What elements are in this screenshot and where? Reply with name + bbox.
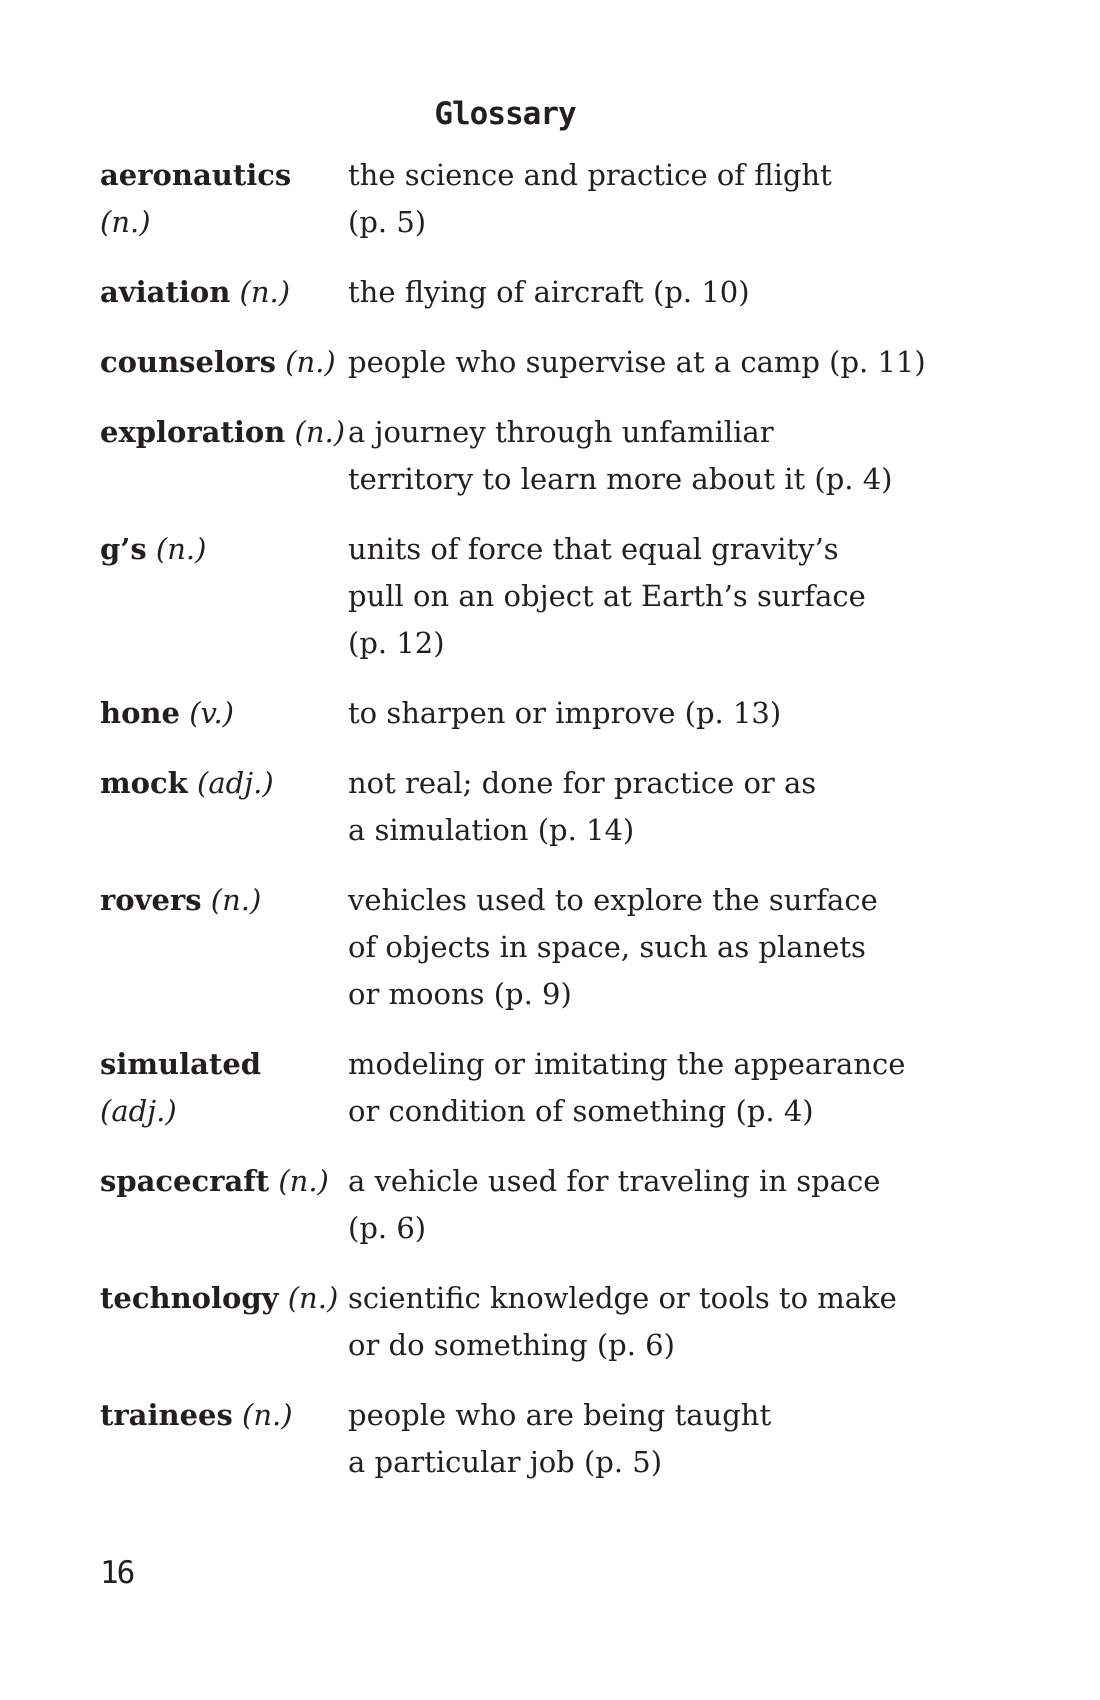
glossary-list: aeronautics (n.) the science and practice… [100, 152, 926, 1509]
glossary-entry: spacecraft (n.) a vehicle used for travel… [100, 1158, 920, 1252]
term-column: counselors (n.) [100, 339, 348, 386]
glossary-entry: counselors (n.) people who supervise at a… [100, 339, 926, 386]
definition-line: (p. 5) [348, 205, 427, 239]
part-of-speech: (n.) [242, 1398, 293, 1432]
term-column: rovers (n.) [100, 877, 348, 1018]
term-column: mock (adj.) [100, 760, 348, 854]
part-of-speech: (n.) [278, 1164, 329, 1198]
glossary-term: counselors [100, 345, 276, 379]
definition-line: a particular job (p. 5) [348, 1445, 663, 1479]
definition-line: vehicles used to explore the surface [348, 883, 878, 917]
definition-line: a journey through unfamiliar [348, 415, 774, 449]
definition-line: territory to learn more about it (p. 4) [348, 462, 893, 496]
definition-line: of objects in space, such as planets [348, 930, 866, 964]
term-column: aviation (n.) [100, 269, 348, 316]
part-of-speech: (adj.) [197, 766, 274, 800]
term-column: spacecraft (n.) [100, 1158, 348, 1252]
glossary-term: hone [100, 696, 180, 730]
glossary-term: g’s [100, 532, 147, 566]
term-column: trainees (n.) [100, 1392, 348, 1486]
definition-line: modeling or imitating the appearance [348, 1047, 906, 1081]
glossary-definition: a vehicle used for traveling in space (p.… [348, 1158, 920, 1252]
part-of-speech: (v.) [189, 696, 234, 730]
definition-line: or condition of something (p. 4) [348, 1094, 814, 1128]
part-of-speech: (n.) [285, 345, 336, 379]
definition-line: or moons (p. 9) [348, 977, 572, 1011]
glossary-definition: vehicles used to explore the surface of o… [348, 877, 920, 1018]
glossary-definition: people who are being taught a particular … [348, 1392, 920, 1486]
definition-line: scientific knowledge or tools to make [348, 1281, 897, 1315]
glossary-definition: scientific knowledge or tools to make or … [348, 1275, 920, 1369]
page-number: 16 [100, 1555, 135, 1591]
definition-line: a simulation (p. 14) [348, 813, 635, 847]
glossary-term: rovers [100, 883, 202, 917]
glossary-definition: not real; done for practice or as a simul… [348, 760, 920, 854]
term-column: technology (n.) [100, 1275, 348, 1369]
definition-line: units of force that equal gravity’s [348, 532, 839, 566]
glossary-entry: g’s (n.) units of force that equal gravit… [100, 526, 920, 667]
definition-line: (p. 6) [348, 1211, 427, 1245]
glossary-term: spacecraft [100, 1164, 270, 1198]
glossary-entry: trainees (n.) people who are being taught… [100, 1392, 920, 1486]
definition-line: people who are being taught [348, 1398, 772, 1432]
part-of-speech: (n.) [210, 883, 262, 917]
part-of-speech: (n.) [294, 415, 346, 449]
glossary-definition: modeling or imitating the appearance or c… [348, 1041, 920, 1135]
term-column: aeronautics (n.) [100, 152, 348, 246]
glossary-entry: rovers (n.) vehicles used to explore the … [100, 877, 920, 1018]
glossary-definition: units of force that equal gravity’s pull … [348, 526, 920, 667]
glossary-term: exploration [100, 415, 286, 449]
definition-line: or do something (p. 6) [348, 1328, 675, 1362]
glossary-entry: exploration (n.) a journey through unfami… [100, 409, 920, 503]
glossary-entry: aeronautics (n.) the science and practice… [100, 152, 920, 246]
part-of-speech: (n.) [239, 275, 291, 309]
definition-line: to sharpen or improve (p. 13) [348, 696, 782, 730]
glossary-entry: technology (n.) scientific knowledge or t… [100, 1275, 920, 1369]
glossary-definition: people who supervise at a camp (p. 11) [348, 339, 926, 386]
part-of-speech: (n.) [155, 532, 207, 566]
glossary-term: aeronautics [100, 158, 292, 192]
part-of-speech: (n.) [287, 1281, 339, 1315]
definition-line: the flying of aircraft (p. 10) [348, 275, 750, 309]
glossary-term: mock [100, 766, 188, 800]
glossary-term: aviation [100, 275, 231, 309]
glossary-entry: aviation (n.) the flying of aircraft (p. … [100, 269, 920, 316]
term-column: exploration (n.) [100, 409, 348, 503]
glossary-term: technology [100, 1281, 279, 1315]
definition-line: the science and practice of flight [348, 158, 832, 192]
part-of-speech: (n.) [100, 205, 151, 239]
glossary-entry: simulated (adj.) modeling or imitating the… [100, 1041, 920, 1135]
definition-line: (p. 12) [348, 626, 445, 660]
definition-line: people who supervise at a camp (p. 11) [348, 345, 926, 379]
glossary-term: trainees [100, 1398, 233, 1432]
glossary-page: Glossary aeronautics (n.) the science and… [0, 0, 1100, 1700]
glossary-definition: to sharpen or improve (p. 13) [348, 690, 920, 737]
term-column: g’s (n.) [100, 526, 348, 667]
glossary-term: simulated [100, 1047, 262, 1081]
glossary-entry: hone (v.) to sharpen or improve (p. 13) [100, 690, 920, 737]
term-column: simulated (adj.) [100, 1041, 348, 1135]
definition-line: not real; done for practice or as [348, 766, 817, 800]
part-of-speech: (adj.) [100, 1094, 177, 1128]
term-column: hone (v.) [100, 690, 348, 737]
definition-line: a vehicle used for traveling in space [348, 1164, 881, 1198]
glossary-definition: the science and practice of flight (p. 5) [348, 152, 920, 246]
definition-line: pull on an object at Earth’s surface [348, 579, 866, 613]
glossary-definition: the flying of aircraft (p. 10) [348, 269, 920, 316]
glossary-definition: a journey through unfamiliar territory to… [348, 409, 920, 503]
page-title: Glossary [434, 96, 576, 132]
glossary-entry: mock (adj.) not real; done for practice o… [100, 760, 920, 854]
